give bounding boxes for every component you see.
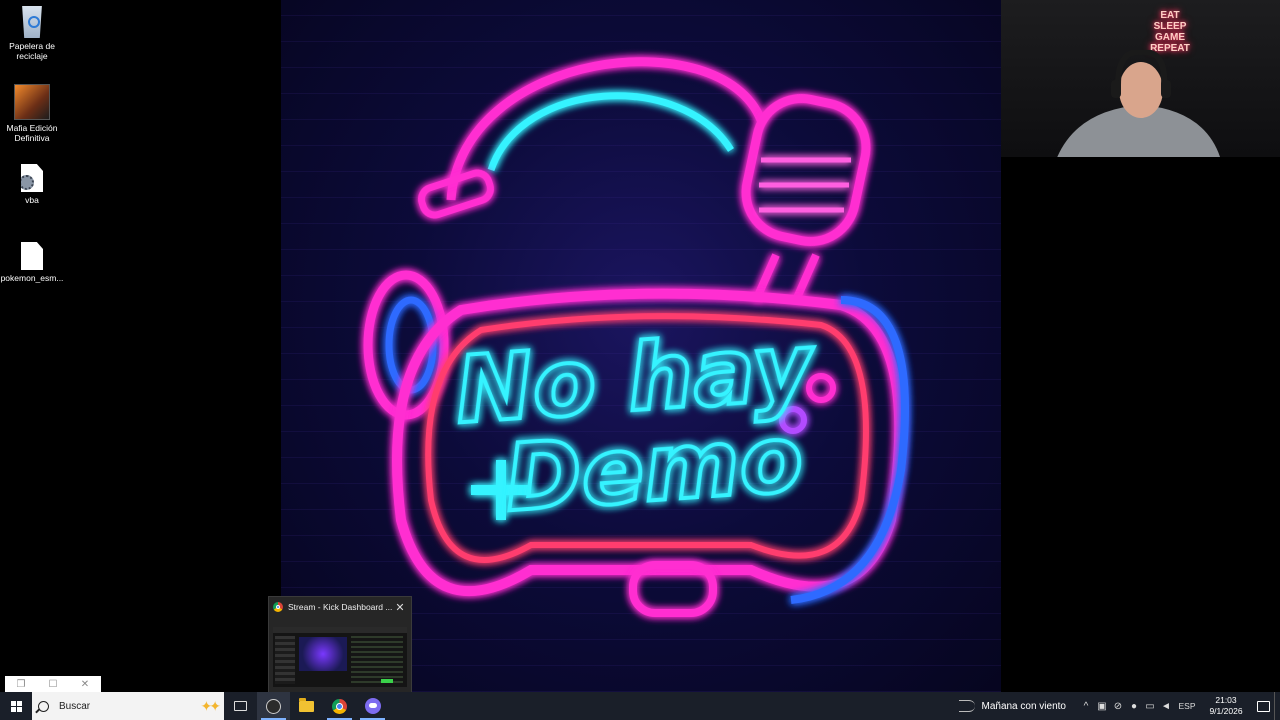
taskbar-search[interactable]: Buscar ✦✦	[32, 692, 224, 720]
discord-icon	[364, 698, 381, 714]
desktop-icon-label: Papelera de reciclaje	[9, 41, 55, 61]
notification-button[interactable]	[1252, 692, 1274, 720]
neon-logo: No hay Demo	[363, 57, 909, 617]
taskbar-app-file-explorer[interactable]	[290, 692, 323, 720]
weather-widget[interactable]: Mañana con viento	[959, 700, 1066, 712]
window-restore-icon[interactable]: ❐	[5, 679, 37, 690]
thumbnail-window-preview[interactable]	[273, 627, 407, 687]
task-view-icon	[234, 701, 247, 711]
clock-time: 21:03	[1215, 695, 1237, 705]
microphone-grill	[759, 157, 851, 213]
sign-line: GAME	[1155, 32, 1185, 43]
window-maximize-icon[interactable]: ☐	[37, 679, 69, 690]
task-view-button[interactable]	[224, 692, 257, 720]
recycle-bin-icon	[22, 6, 42, 38]
settings-file-icon	[21, 164, 43, 192]
desktop-icon-pokemon[interactable]: pokemon_esm...	[0, 238, 64, 283]
taskbar-app-discord[interactable]	[356, 692, 389, 720]
chevron-up-icon[interactable]: ^	[1078, 701, 1094, 712]
screen-icon[interactable]: ▣	[1094, 701, 1110, 712]
desktop: Papelera de reciclaje Mafia Edición Defi…	[0, 0, 1280, 692]
mafia-game-icon	[14, 84, 50, 120]
file-icon	[21, 242, 43, 270]
chrome-icon	[273, 602, 283, 612]
clock-date: 9/1/2026	[1209, 706, 1243, 716]
sign-line: SLEEP	[1153, 21, 1187, 32]
taskbar-thumbnail-preview[interactable]: Stream - Kick Dashboard ... ✕	[268, 596, 412, 692]
taskbar-app-obs[interactable]	[257, 692, 290, 720]
microphone-icon[interactable]: ●	[1126, 701, 1142, 712]
language-indicator[interactable]: ESP	[1174, 701, 1200, 711]
minimized-window-controls[interactable]: ❐ ☐ ✕	[5, 676, 101, 692]
file-explorer-icon	[299, 697, 314, 712]
search-placeholder: Buscar	[59, 700, 91, 712]
gear-icon	[21, 175, 34, 190]
desktop-icon-vba[interactable]: vba	[0, 160, 64, 205]
headphone-band-inner	[487, 92, 734, 172]
notification-icon	[1256, 700, 1270, 712]
wallpaper-line-2: Demo	[502, 405, 807, 533]
windows-logo-icon	[10, 700, 22, 712]
thumbnail-title: Stream - Kick Dashboard ...	[288, 602, 393, 612]
desktop-icon-label: Mafia Edición Definitiva	[6, 123, 58, 143]
system-tray: ^ ▣ ⊘ ● ▭ ◄ ESP	[1078, 701, 1200, 712]
neon-wallpaper: No hay Demo	[281, 0, 1001, 692]
taskbar: Buscar ✦✦ Mañana con viento ^ ▣ ⊘ ● ▭ ◄ …	[0, 692, 1280, 720]
neon-sign: EAT SLEEP GAME REPEAT	[1145, 10, 1195, 54]
weather-text: Mañana con viento	[981, 700, 1066, 712]
search-icon	[38, 700, 49, 712]
close-icon[interactable]: ✕	[393, 601, 407, 614]
show-desktop-button[interactable]	[1274, 692, 1280, 720]
window-close-icon[interactable]: ✕	[69, 679, 101, 690]
start-button[interactable]	[0, 692, 32, 720]
streamer-figure	[1057, 50, 1220, 157]
volume-icon[interactable]: ◄	[1158, 701, 1174, 712]
obs-icon	[266, 698, 281, 714]
wind-icon	[959, 700, 976, 712]
network-off-icon[interactable]: ⊘	[1110, 701, 1126, 712]
search-highlight-icon: ✦✦	[200, 697, 222, 714]
taskbar-app-chrome[interactable]	[323, 692, 356, 720]
desktop-icon-mafia[interactable]: Mafia Edición Definitiva	[0, 80, 64, 143]
clock[interactable]: 21:03 9/1/2026	[1204, 695, 1248, 717]
desktop-icon-label: pokemon_esm...	[0, 273, 64, 283]
sign-line: EAT	[1160, 10, 1180, 21]
desktop-icon-recycle-bin[interactable]: Papelera de reciclaje	[0, 2, 64, 61]
display-icon[interactable]: ▭	[1142, 701, 1158, 712]
chrome-icon	[332, 698, 347, 714]
desktop-icon-label: vba	[25, 195, 39, 205]
webcam-overlay: EAT SLEEP GAME REPEAT	[1001, 0, 1280, 157]
